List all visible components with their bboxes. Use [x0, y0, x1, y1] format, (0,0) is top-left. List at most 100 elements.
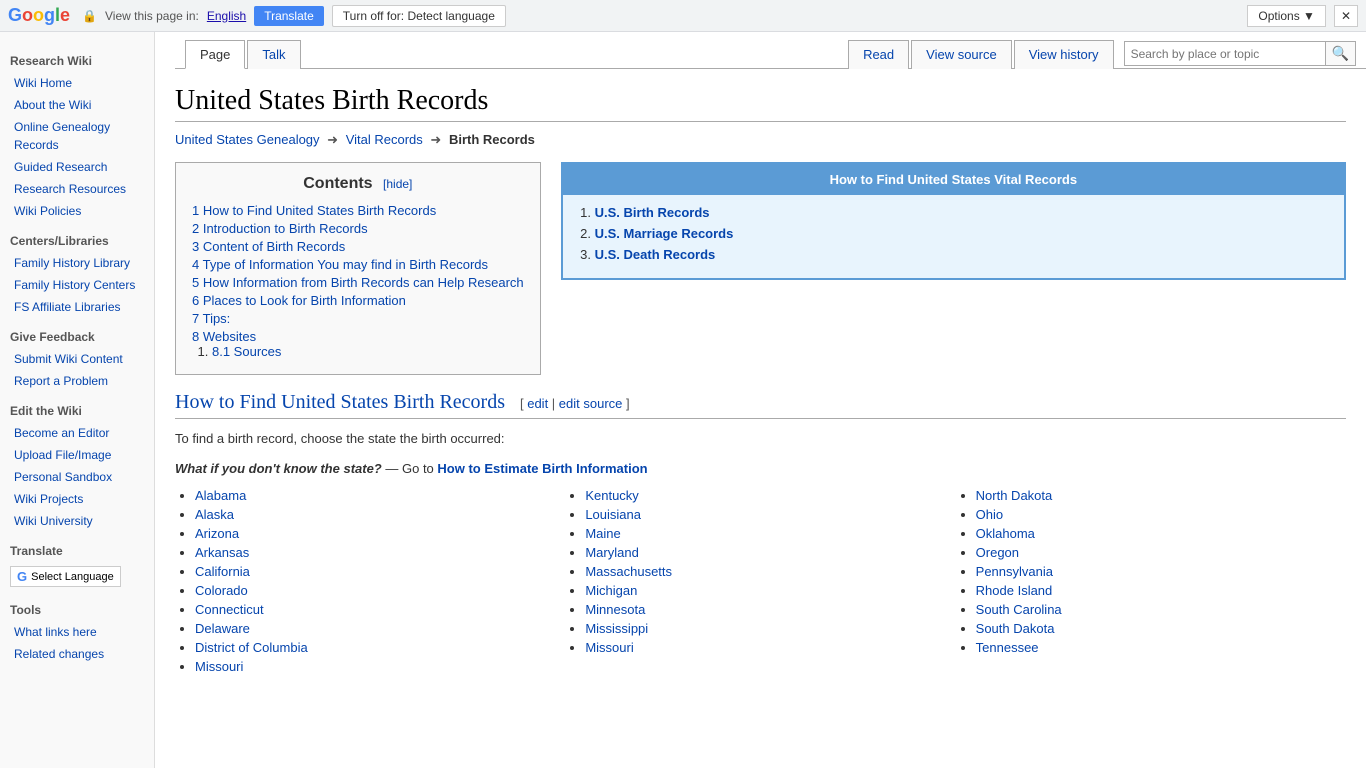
- sidebar-item-personal-sandbox[interactable]: Personal Sandbox: [0, 466, 154, 488]
- page-content: United States Birth Records United State…: [155, 69, 1366, 698]
- state-link-louisiana[interactable]: Louisiana: [585, 507, 641, 522]
- search-input[interactable]: [1125, 44, 1325, 64]
- sidebar-item-related-changes[interactable]: Related changes: [0, 643, 154, 665]
- tab-read[interactable]: Read: [848, 40, 909, 69]
- infobox-link-birth[interactable]: U.S. Birth Records: [595, 205, 710, 220]
- sidebar-item-family-history-centers[interactable]: Family History Centers: [0, 274, 154, 296]
- page-title: United States Birth Records: [175, 85, 1346, 122]
- state-link-michigan[interactable]: Michigan: [585, 583, 637, 598]
- list-item: Alaska: [195, 507, 565, 522]
- select-language-button[interactable]: G Select Language: [10, 566, 121, 587]
- state-link-missouri-col1[interactable]: Missouri: [195, 659, 243, 674]
- breadcrumb-link-vital[interactable]: Vital Records: [346, 132, 423, 147]
- state-link-oklahoma[interactable]: Oklahoma: [976, 526, 1035, 541]
- contents-link-1[interactable]: 1 How to Find United States Birth Record…: [192, 203, 436, 218]
- infobox-body: U.S. Birth Records U.S. Marriage Records…: [563, 195, 1344, 278]
- sidebar-item-guided-research[interactable]: Guided Research: [0, 156, 154, 178]
- state-link-dc[interactable]: District of Columbia: [195, 640, 308, 655]
- state-column-2: Kentucky Louisiana Maine Maryland Massac…: [565, 488, 955, 678]
- section-find-intro: To find a birth record, choose the state…: [175, 429, 1346, 449]
- state-link-colorado[interactable]: Colorado: [195, 583, 248, 598]
- state-link-massachusetts[interactable]: Massachusetts: [585, 564, 672, 579]
- tab-talk[interactable]: Talk: [247, 40, 300, 69]
- contents-hide-link[interactable]: [hide]: [383, 177, 412, 191]
- estimate-birth-link[interactable]: How to Estimate Birth Information: [437, 461, 647, 476]
- contents-link-4[interactable]: 4 Type of Information You may find in Bi…: [192, 257, 488, 272]
- state-link-alaska[interactable]: Alaska: [195, 507, 234, 522]
- list-item: Delaware: [195, 621, 565, 636]
- sidebar-item-fs-affiliate[interactable]: FS Affiliate Libraries: [0, 296, 154, 318]
- sidebar-item-wiki-home[interactable]: Wiki Home: [0, 72, 154, 94]
- state-link-mississippi[interactable]: Mississippi: [585, 621, 648, 636]
- sidebar-item-wiki-policies[interactable]: Wiki Policies: [0, 200, 154, 222]
- state-link-arkansas[interactable]: Arkansas: [195, 545, 249, 560]
- state-link-pennsylvania[interactable]: Pennsylvania: [976, 564, 1053, 579]
- sidebar-item-wiki-university[interactable]: Wiki University: [0, 510, 154, 532]
- contents-link-3[interactable]: 3 Content of Birth Records: [192, 239, 345, 254]
- contents-link-8[interactable]: 8 Websites: [192, 329, 256, 344]
- state-link-maine[interactable]: Maine: [585, 526, 620, 541]
- contents-link-2[interactable]: 2 Introduction to Birth Records: [192, 221, 368, 236]
- state-link-ohio[interactable]: Ohio: [976, 507, 1003, 522]
- contents-link-7[interactable]: 7 Tips:: [192, 311, 230, 326]
- sidebar-item-report-problem[interactable]: Report a Problem: [0, 370, 154, 392]
- state-link-alabama[interactable]: Alabama: [195, 488, 246, 503]
- turnoff-button[interactable]: Turn off for: Detect language: [332, 5, 506, 27]
- state-column-1: Alabama Alaska Arizona Arkansas Californ…: [175, 488, 565, 678]
- contents-link-5[interactable]: 5 How Information from Birth Records can…: [192, 275, 524, 290]
- sidebar-item-become-editor[interactable]: Become an Editor: [0, 422, 154, 444]
- state-link-connecticut[interactable]: Connecticut: [195, 602, 264, 617]
- list-item: Kentucky: [585, 488, 955, 503]
- state-link-minnesota[interactable]: Minnesota: [585, 602, 645, 617]
- edit-source-link[interactable]: edit source: [559, 396, 623, 411]
- state-link-north-dakota[interactable]: North Dakota: [976, 488, 1053, 503]
- sidebar-item-online-genealogy[interactable]: Online Genealogy Records: [0, 116, 154, 156]
- edit-link[interactable]: edit: [527, 396, 548, 411]
- sidebar-item-research-resources[interactable]: Research Resources: [0, 178, 154, 200]
- translate-button[interactable]: Translate: [254, 6, 324, 26]
- sidebar-feedback-title: Give Feedback: [0, 322, 154, 348]
- view-page-text: View this page in:: [105, 9, 199, 23]
- tab-view-history[interactable]: View history: [1014, 40, 1114, 69]
- close-button[interactable]: ✕: [1334, 5, 1358, 27]
- state-link-california[interactable]: California: [195, 564, 250, 579]
- language-link[interactable]: English: [207, 9, 246, 23]
- list-item: Tennessee: [976, 640, 1346, 655]
- state-link-tennessee[interactable]: Tennessee: [976, 640, 1039, 655]
- state-link-oregon[interactable]: Oregon: [976, 545, 1019, 560]
- sidebar-item-upload-file[interactable]: Upload File/Image: [0, 444, 154, 466]
- state-link-arizona[interactable]: Arizona: [195, 526, 239, 541]
- list-item: Maryland: [585, 545, 955, 560]
- sidebar-item-family-history-library[interactable]: Family History Library: [0, 252, 154, 274]
- list-item: District of Columbia: [195, 640, 565, 655]
- infobox-link-marriage[interactable]: U.S. Marriage Records: [595, 226, 734, 241]
- list-item: Alabama: [195, 488, 565, 503]
- contents-item-3: 3 Content of Birth Records: [192, 239, 524, 254]
- tab-view-source[interactable]: View source: [911, 40, 1012, 69]
- state-list-2: Kentucky Louisiana Maine Maryland Massac…: [565, 488, 955, 655]
- list-item: North Dakota: [976, 488, 1346, 503]
- sidebar-item-what-links[interactable]: What links here: [0, 621, 154, 643]
- state-link-rhode-island[interactable]: Rhode Island: [976, 583, 1053, 598]
- state-link-missouri[interactable]: Missouri: [585, 640, 633, 655]
- state-link-maryland[interactable]: Maryland: [585, 545, 638, 560]
- sidebar-item-about[interactable]: About the Wiki: [0, 94, 154, 116]
- list-item: Connecticut: [195, 602, 565, 617]
- contents-item-5: 5 How Information from Birth Records can…: [192, 275, 524, 290]
- tab-page[interactable]: Page: [185, 40, 245, 69]
- options-button[interactable]: Options ▼: [1247, 5, 1326, 27]
- state-link-delaware[interactable]: Delaware: [195, 621, 250, 636]
- sidebar-item-wiki-projects[interactable]: Wiki Projects: [0, 488, 154, 510]
- state-lists: Alabama Alaska Arizona Arkansas Californ…: [175, 488, 1346, 678]
- sidebar-item-submit-wiki[interactable]: Submit Wiki Content: [0, 348, 154, 370]
- state-link-south-dakota[interactable]: South Dakota: [976, 621, 1055, 636]
- contents-link-6[interactable]: 6 Places to Look for Birth Information: [192, 293, 406, 308]
- search-button[interactable]: 🔍: [1325, 42, 1355, 65]
- section-find-edit: [ edit | edit source ]: [520, 396, 630, 411]
- infobox-link-death[interactable]: U.S. Death Records: [595, 247, 716, 262]
- sidebar-translate-title: Translate: [0, 536, 154, 562]
- state-link-south-carolina[interactable]: South Carolina: [976, 602, 1062, 617]
- contents-link-8-1[interactable]: 8.1 Sources: [212, 344, 281, 359]
- breadcrumb-link-genealogy[interactable]: United States Genealogy: [175, 132, 320, 147]
- state-link-kentucky[interactable]: Kentucky: [585, 488, 638, 503]
